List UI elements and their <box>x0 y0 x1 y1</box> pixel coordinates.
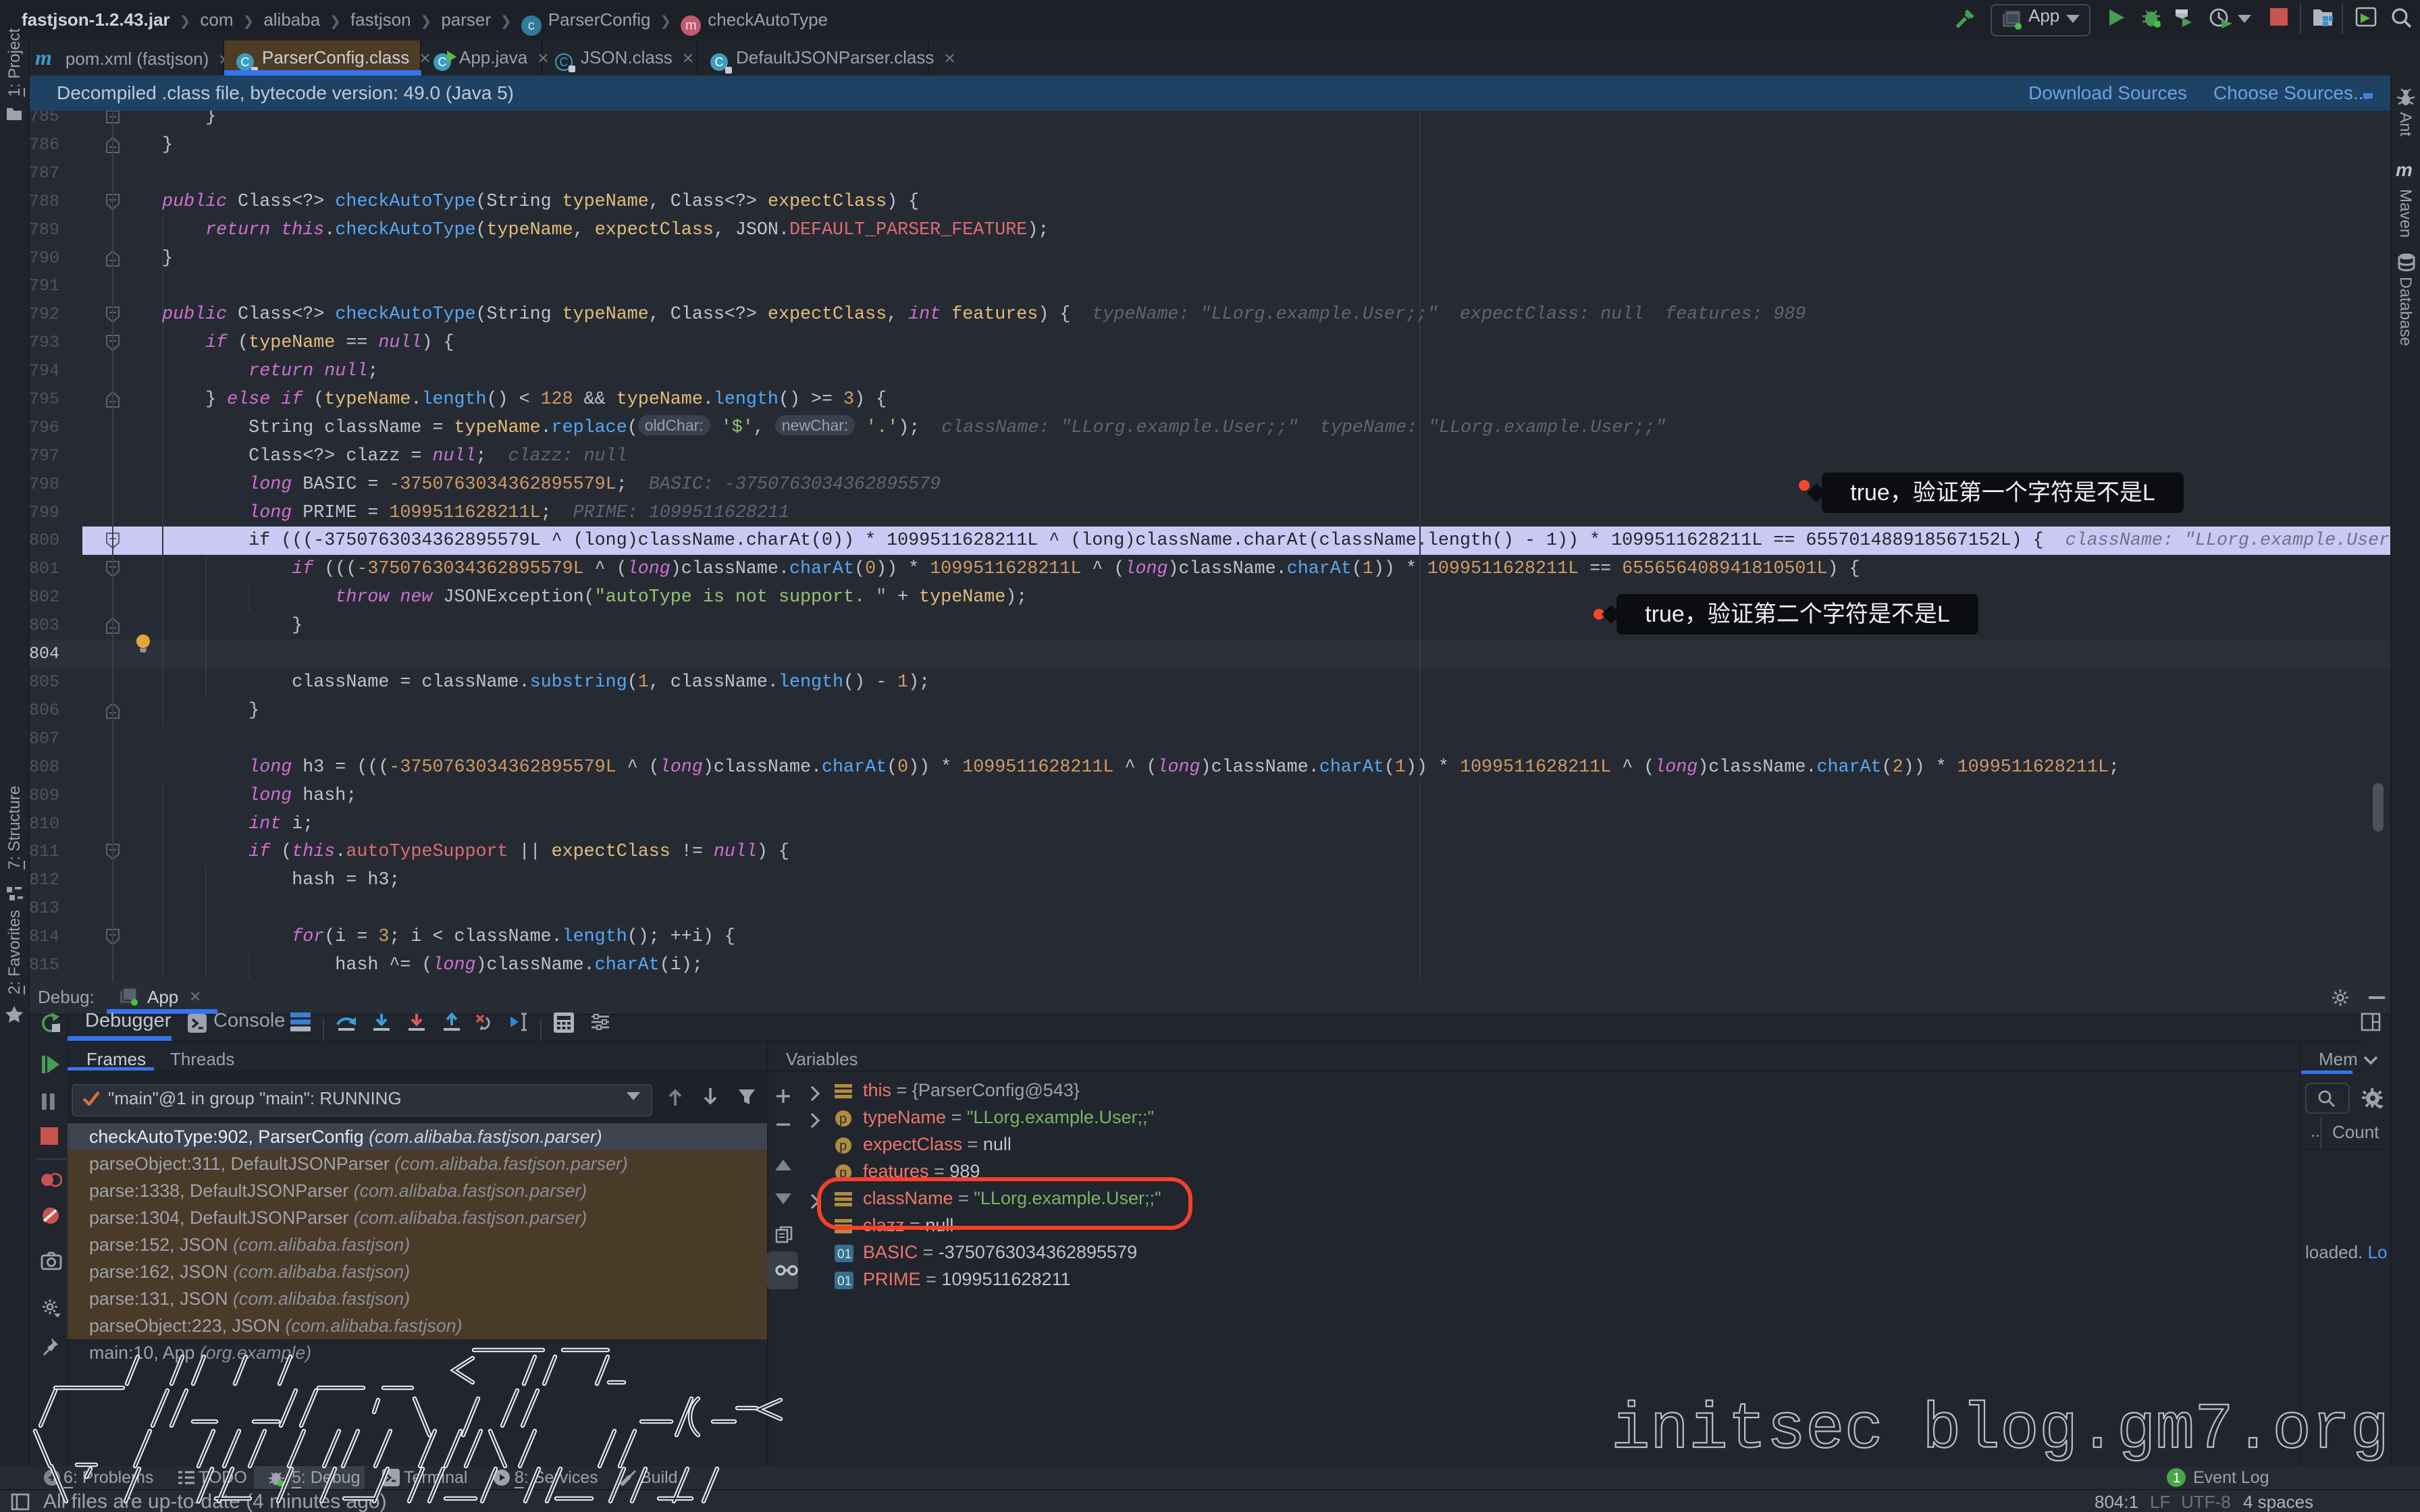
svg-text:01: 01 <box>837 1274 851 1289</box>
svg-text:01: 01 <box>837 1247 851 1262</box>
svg-text:p: p <box>839 1139 847 1154</box>
svg-text:p: p <box>839 1112 847 1127</box>
svg-text:1: 1 <box>2173 1471 2180 1486</box>
